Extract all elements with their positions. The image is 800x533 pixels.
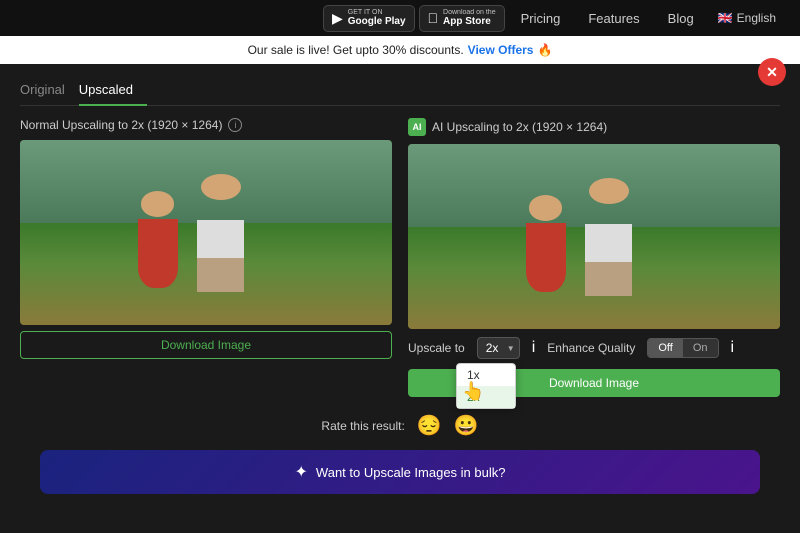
controls-row: Upscale to 1x 2x ▼ i Enhance Quality Off… bbox=[408, 337, 780, 359]
view-offers-link[interactable]: View Offers bbox=[468, 43, 534, 57]
language-selector[interactable]: 🇬🇧 English bbox=[710, 11, 784, 25]
bottom-banner: ✦ Want to Upscale Images in bulk? bbox=[40, 450, 760, 494]
promo-emoji: 🔥 bbox=[537, 43, 552, 57]
upscale-select-wrapper: 1x 2x ▼ bbox=[477, 337, 520, 359]
right-col-title: AI Upscaling to 2x (1920 × 1264) bbox=[432, 120, 607, 134]
toggle-off-button[interactable]: Off bbox=[648, 339, 682, 357]
toggle-on-button[interactable]: On bbox=[683, 339, 718, 357]
upscale-select[interactable]: 1x 2x bbox=[477, 337, 520, 359]
left-image bbox=[20, 140, 392, 325]
right-info-icon[interactable]: i bbox=[532, 339, 536, 357]
rate-row: Rate this result: 😔 😀 bbox=[20, 413, 780, 438]
tab-upscaled[interactable]: Upscaled bbox=[79, 76, 147, 105]
upscale-label: Upscale to bbox=[408, 341, 465, 355]
apple-icon:  bbox=[428, 11, 439, 25]
happy-emoji-button[interactable]: 😀 bbox=[454, 413, 479, 438]
main-content: Original Upscaled Normal Upscaling to 2x… bbox=[0, 64, 800, 494]
left-info-icon[interactable]: i bbox=[228, 118, 242, 132]
bottom-banner-text: Want to Upscale Images in bulk? bbox=[316, 465, 506, 480]
right-column: AI AI Upscaling to 2x (1920 × 1264) bbox=[408, 118, 780, 397]
google-play-btn[interactable]: ▶ GET IT ON Google Play bbox=[323, 5, 415, 32]
left-col-header: Normal Upscaling to 2x (1920 × 1264) i bbox=[20, 118, 392, 132]
enhance-info-icon[interactable]: i bbox=[731, 339, 735, 357]
right-col-header: AI AI Upscaling to 2x (1920 × 1264) bbox=[408, 118, 780, 136]
pricing-link[interactable]: Pricing bbox=[509, 11, 573, 26]
top-nav: ▶ GET IT ON Google Play  Download on th… bbox=[0, 0, 800, 36]
features-link[interactable]: Features bbox=[576, 11, 651, 26]
toggle-group: Off On bbox=[647, 338, 718, 358]
dropdown-option-2x[interactable]: 2x bbox=[457, 386, 515, 408]
sad-emoji-button[interactable]: 😔 bbox=[417, 413, 442, 438]
tab-original[interactable]: Original bbox=[20, 76, 79, 105]
ai-icon: AI bbox=[408, 118, 426, 136]
right-image bbox=[408, 144, 780, 329]
app-store-btn[interactable]:  Download on the App Store bbox=[419, 5, 505, 32]
close-button[interactable]: ✕ bbox=[758, 58, 786, 86]
left-download-button[interactable]: Download Image bbox=[20, 331, 392, 359]
flag-icon: 🇬🇧 bbox=[718, 11, 733, 25]
tabs: Original Upscaled bbox=[20, 76, 780, 106]
left-col-title: Normal Upscaling to 2x (1920 × 1264) bbox=[20, 118, 222, 132]
google-play-label: GET IT ON Google Play bbox=[348, 9, 406, 28]
left-column: Normal Upscaling to 2x (1920 × 1264) i bbox=[20, 118, 392, 397]
promo-text: Our sale is live! Get upto 30% discounts… bbox=[248, 43, 464, 57]
dropdown-option-1x[interactable]: 1x bbox=[457, 364, 515, 386]
bulk-icon: ✦ bbox=[295, 462, 308, 482]
dropdown-popup: 1x 2x bbox=[456, 363, 516, 409]
google-play-icon: ▶ bbox=[332, 11, 343, 25]
promo-banner: Our sale is live! Get upto 30% discounts… bbox=[0, 36, 800, 64]
enhance-label: Enhance Quality bbox=[547, 341, 635, 355]
blog-link[interactable]: Blog bbox=[656, 11, 706, 26]
right-controls: Upscale to 1x 2x ▼ i Enhance Quality Off… bbox=[408, 337, 780, 397]
app-store-label: Download on the App Store bbox=[443, 9, 496, 28]
rate-label: Rate this result: bbox=[321, 419, 404, 433]
comparison-row: Normal Upscaling to 2x (1920 × 1264) i bbox=[20, 118, 780, 397]
